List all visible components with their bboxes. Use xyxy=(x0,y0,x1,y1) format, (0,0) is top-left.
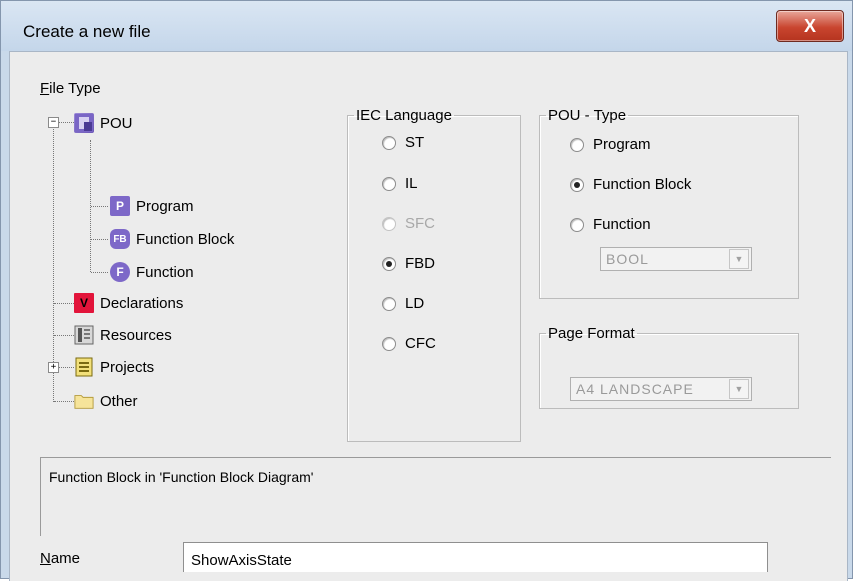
radio-label: Function Block xyxy=(593,176,692,193)
program-icon: P xyxy=(110,196,130,216)
radio-label: SFC xyxy=(405,215,435,232)
name-input[interactable] xyxy=(183,542,768,572)
window-title: Create a new file xyxy=(23,22,151,41)
dialog-body: File Type − POU P Program FB Function Bl… xyxy=(9,51,848,581)
tree-item-function[interactable]: F Function xyxy=(110,262,194,282)
radio-indicator xyxy=(570,137,584,152)
return-type-select: BOOL ▼ xyxy=(600,247,752,271)
chevron-down-icon: ▼ xyxy=(729,249,749,269)
name-accel: N xyxy=(40,550,51,567)
radio-iec-il[interactable]: IL xyxy=(382,175,418,192)
tree-item-label: Function xyxy=(136,263,194,281)
radio-label: FBD xyxy=(405,255,435,272)
radio-iec-ld[interactable]: LD xyxy=(382,295,424,312)
file-type-label: File Type xyxy=(40,80,101,97)
chevron-down-icon: ▼ xyxy=(729,379,749,399)
return-type-value: BOOL xyxy=(606,251,649,267)
tree-line xyxy=(54,335,74,336)
iec-language-group: IEC Language xyxy=(347,107,521,442)
tree-item-function-block[interactable]: FB Function Block xyxy=(110,229,234,249)
tree-item-label: Declarations xyxy=(100,294,184,312)
tree-item-projects[interactable]: Projects xyxy=(74,357,154,377)
tree-item-label: Resources xyxy=(100,326,172,344)
tree-item-label: POU xyxy=(100,114,133,132)
tree-item-label: Program xyxy=(136,197,194,215)
page-format-select: A4 LANDSCAPE ▼ xyxy=(570,377,752,401)
radio-iec-fbd[interactable]: FBD xyxy=(382,255,435,272)
page-format-legend: Page Format xyxy=(548,325,635,342)
tree-line xyxy=(91,272,108,273)
radio-indicator xyxy=(382,135,396,150)
radio-label: CFC xyxy=(405,335,436,352)
tree-item-declarations[interactable]: V Declarations xyxy=(74,293,183,313)
function-block-icon: FB xyxy=(110,229,130,249)
tree-item-resources[interactable]: Resources xyxy=(74,325,172,345)
title-bar[interactable]: Create a new file X xyxy=(1,1,852,51)
radio-pou-program[interactable]: Program xyxy=(570,136,651,153)
radio-pou-function[interactable]: Function xyxy=(570,216,651,233)
collapse-pou-toggle[interactable]: − xyxy=(48,117,59,128)
name-label-rest: ame xyxy=(50,550,81,567)
file-type-tree[interactable]: − POU P Program FB Function Block F Func… xyxy=(40,104,298,447)
description-text: Function Block in 'Function Block Diagra… xyxy=(49,469,314,485)
tree-item-pou[interactable]: POU xyxy=(74,113,133,133)
radio-label: IL xyxy=(405,175,418,192)
tree-line xyxy=(91,206,108,207)
radio-indicator xyxy=(570,177,584,192)
tree-line xyxy=(54,401,74,402)
tree-item-label: Function Block xyxy=(136,230,235,248)
radio-indicator xyxy=(382,296,396,311)
tree-line xyxy=(54,303,74,304)
radio-label: Program xyxy=(593,136,651,153)
dialog-window: Create a new file X File Type − POU P Pr… xyxy=(0,0,853,581)
page-format-value: A4 LANDSCAPE xyxy=(576,381,694,397)
radio-indicator xyxy=(382,176,396,191)
radio-iec-cfc[interactable]: CFC xyxy=(382,335,436,352)
name-label: Name xyxy=(40,550,80,567)
radio-iec-sfc: SFC xyxy=(382,215,435,232)
radio-label: Function xyxy=(593,216,651,233)
radio-indicator xyxy=(382,336,396,351)
radio-iec-st[interactable]: ST xyxy=(382,134,424,151)
tree-line xyxy=(58,122,74,123)
pou-icon xyxy=(74,113,94,133)
iec-language-legend: IEC Language xyxy=(356,107,452,124)
radio-indicator xyxy=(570,217,584,232)
expand-projects-toggle[interactable]: + xyxy=(48,362,59,373)
tree-item-label: Other xyxy=(100,392,138,410)
radio-label: ST xyxy=(405,134,425,151)
function-icon: F xyxy=(110,262,130,282)
tree-item-other[interactable]: Other xyxy=(74,391,138,411)
radio-pou-function-block[interactable]: Function Block xyxy=(570,176,691,193)
close-button[interactable]: X xyxy=(776,10,844,42)
tree-line xyxy=(91,239,108,240)
projects-icon xyxy=(74,357,94,377)
tree-item-label: Projects xyxy=(100,358,155,376)
folder-icon xyxy=(74,391,94,411)
radio-indicator xyxy=(382,216,396,231)
description-panel: Function Block in 'Function Block Diagra… xyxy=(40,457,831,536)
radio-label: LD xyxy=(405,295,425,312)
radio-indicator xyxy=(382,256,396,271)
file-type-label-rest: ile Type xyxy=(49,80,101,97)
tree-line xyxy=(58,367,74,368)
tree-item-program[interactable]: P Program xyxy=(110,196,194,216)
file-type-accel: F xyxy=(40,80,50,97)
declarations-icon: V xyxy=(74,293,94,313)
resources-icon xyxy=(74,325,94,345)
pou-type-legend: POU - Type xyxy=(548,107,627,124)
tree-line xyxy=(53,125,54,402)
